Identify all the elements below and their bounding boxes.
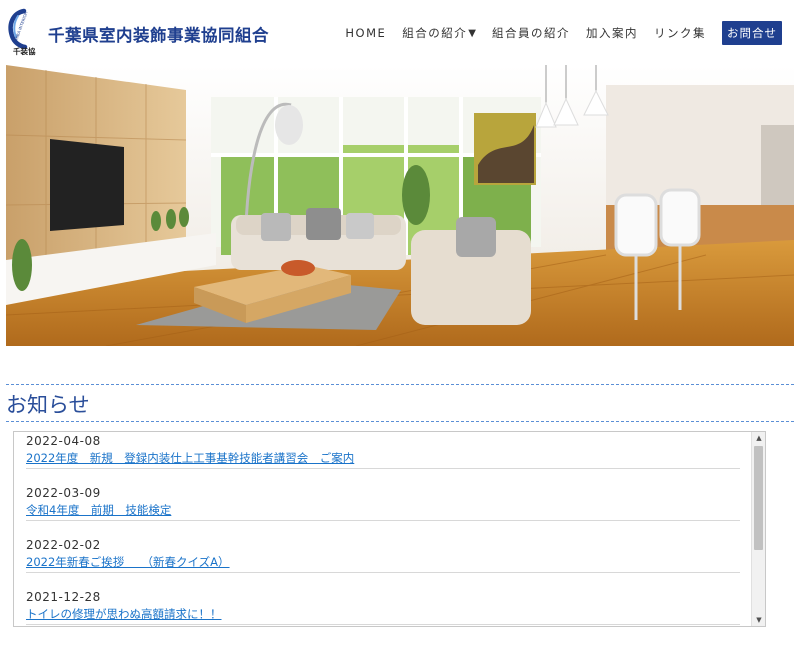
nav-links[interactable]: リンク集 xyxy=(654,25,706,41)
notice-divider xyxy=(26,468,740,469)
notice-item: 2022-04-08 2022年度 新規 登録内装仕上工事基幹技能者講習会 ご案… xyxy=(14,432,752,484)
scroll-down-icon[interactable]: ▼ xyxy=(752,614,765,626)
living-room-illustration xyxy=(6,65,794,346)
site-title: 千葉県室内装飾事業協同組合 xyxy=(48,26,269,45)
notice-divider xyxy=(26,572,740,573)
main-nav: HOME 組合の紹介 ▼ 組合員の紹介 加入案内 リンク集 お問合せ xyxy=(329,21,782,45)
notice-date: 2021-12-28 xyxy=(26,590,101,604)
scroll-thumb[interactable] xyxy=(754,446,763,550)
nav-members[interactable]: 組合員の紹介 xyxy=(492,25,570,41)
notices-scroll-box[interactable]: 2022-04-08 2022年度 新規 登録内装仕上工事基幹技能者講習会 ご案… xyxy=(13,431,766,627)
site-abbrev: 千装協 xyxy=(13,47,36,56)
nav-about-dropdown[interactable]: 組合の紹介 ▼ xyxy=(402,25,476,41)
notice-item: 2022-02-02 2022年新春ご挨拶 （新春クイズA） xyxy=(14,536,752,588)
site-logo[interactable]: CHIBA INTERIOR 千葉県室内装飾事業協同組合 千装協 xyxy=(6,8,269,58)
notice-link[interactable]: トイレの修理が思わぬ高額請求に！！ xyxy=(26,606,222,622)
notice-date: 2022-03-09 xyxy=(26,486,101,500)
notice-link[interactable]: 令和4年度 前期 技能検定 xyxy=(26,502,171,518)
notice-date: 2022-04-08 xyxy=(26,434,101,448)
notice-item: 2022-03-09 令和4年度 前期 技能検定 xyxy=(14,484,752,536)
section-divider-bottom xyxy=(6,421,794,422)
site-header: CHIBA INTERIOR 千葉県室内装飾事業協同組合 千装協 HOME 組合… xyxy=(0,0,800,62)
nav-home[interactable]: HOME xyxy=(345,26,386,40)
scroll-up-icon[interactable]: ▲ xyxy=(752,432,765,444)
nav-join[interactable]: 加入案内 xyxy=(586,25,638,41)
notice-link[interactable]: 2022年新春ご挨拶 （新春クイズA） xyxy=(26,554,230,570)
notice-divider xyxy=(26,520,740,521)
notice-divider xyxy=(26,624,740,625)
hero-image xyxy=(6,65,794,346)
notice-date: 2022-02-02 xyxy=(26,538,101,552)
contact-button[interactable]: お問合せ xyxy=(722,21,782,45)
caret-down-icon: ▼ xyxy=(468,27,476,39)
notices-heading: お知らせ xyxy=(6,393,90,417)
notice-link[interactable]: 2022年度 新規 登録内装仕上工事基幹技能者講習会 ご案内 xyxy=(26,450,354,466)
notices-list: 2022-04-08 2022年度 新規 登録内装仕上工事基幹技能者講習会 ご案… xyxy=(14,432,752,626)
section-divider-top xyxy=(6,384,794,385)
notices-scrollbar[interactable]: ▲ ▼ xyxy=(751,432,765,626)
nav-about-label: 組合の紹介 xyxy=(402,26,468,40)
notice-item: 2021-12-28 トイレの修理が思わぬ高額請求に！！ xyxy=(14,588,752,626)
